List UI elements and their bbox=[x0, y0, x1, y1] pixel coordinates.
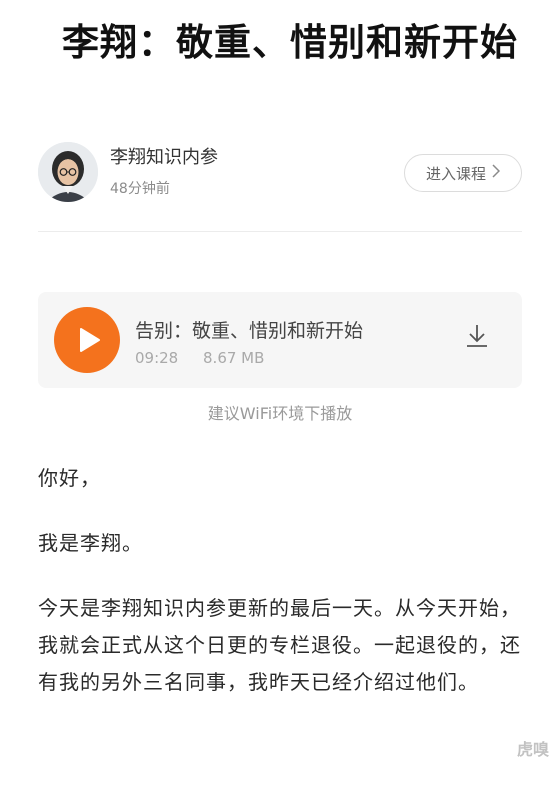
watermark: 虎嗅 bbox=[516, 740, 549, 759]
article-title: 李翔：敬重、惜别和新开始 bbox=[62, 21, 518, 64]
enter-course-button[interactable]: 进入课程 bbox=[404, 154, 522, 192]
post-time: 48分钟前 bbox=[110, 181, 170, 197]
audio-card: 告别：敬重、惜别和新开始 09:28 8.67 MB bbox=[38, 292, 522, 388]
person-avatar-icon bbox=[38, 142, 98, 202]
author-avatar[interactable] bbox=[38, 142, 98, 202]
paragraph-greeting: 你好， bbox=[38, 466, 101, 490]
audio-meta: 09:28 8.67 MB bbox=[135, 349, 264, 367]
audio-duration: 09:28 bbox=[135, 349, 179, 367]
download-icon bbox=[467, 325, 487, 347]
paragraph-main: 今天是李翔知识内参更新的最后一天。从今天开始，我就会正式从这个日更的专栏退役。一… bbox=[38, 596, 521, 694]
download-button[interactable] bbox=[464, 322, 490, 348]
article-body: 你好， 我是李翔。 今天是李翔知识内参更新的最后一天。从今天开始，我就会正式从这… bbox=[38, 460, 528, 729]
play-icon bbox=[80, 328, 100, 352]
chevron-right-icon bbox=[492, 164, 501, 182]
author-row: 李翔知识内参 48分钟前 进入课程 bbox=[38, 142, 522, 206]
play-button[interactable] bbox=[54, 307, 120, 373]
divider bbox=[38, 231, 522, 232]
audio-size: 8.67 MB bbox=[203, 349, 265, 367]
enter-course-label: 进入课程 bbox=[425, 164, 486, 183]
author-name[interactable]: 李翔知识内参 bbox=[110, 143, 218, 169]
audio-title: 告别：敬重、惜别和新开始 bbox=[135, 320, 364, 342]
wifi-hint: 建议WiFi环境下播放 bbox=[207, 404, 353, 423]
paragraph-intro: 我是李翔。 bbox=[38, 531, 143, 555]
